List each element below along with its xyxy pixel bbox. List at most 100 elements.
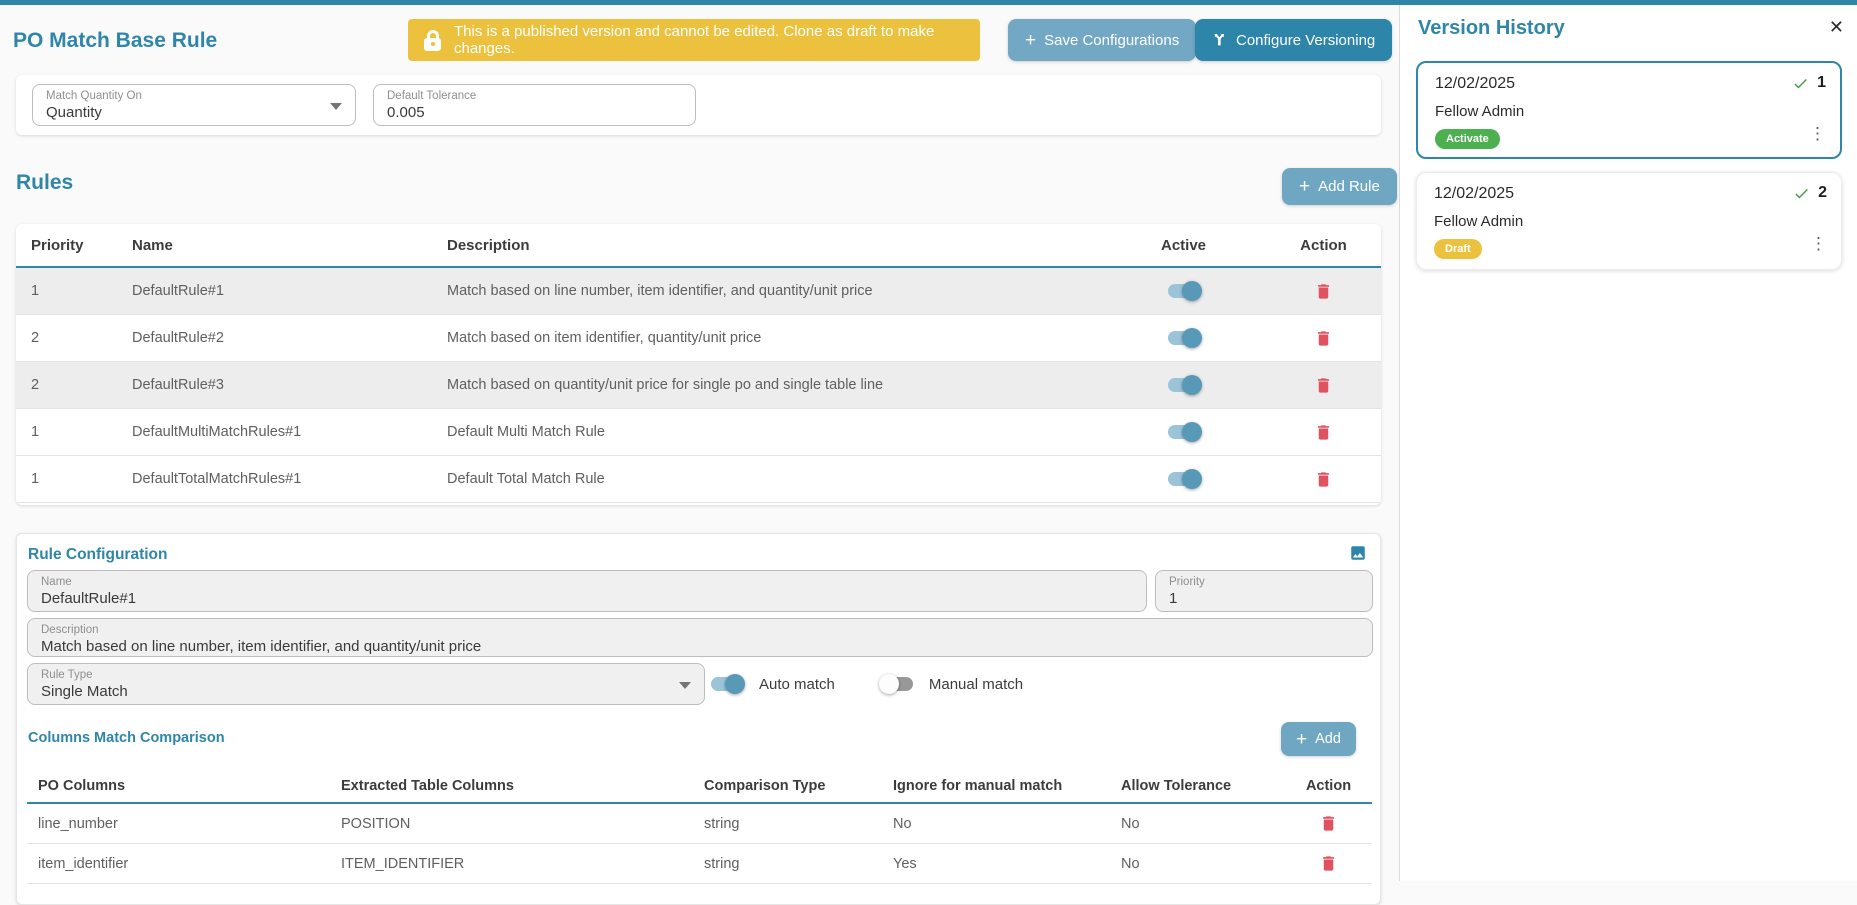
rule-name: DefaultRule#2: [126, 330, 441, 346]
match-quantity-on-label: Match Quantity On: [46, 90, 342, 102]
kebab-menu-icon[interactable]: ⋮: [1810, 235, 1827, 254]
default-tolerance-field[interactable]: Default Tolerance 0.005: [373, 84, 696, 126]
column-header-priority: Priority: [16, 237, 126, 254]
column-header-active: Active: [1101, 237, 1266, 254]
rule-description: Match based on line number, item identif…: [441, 283, 1101, 299]
trash-icon: [1314, 376, 1333, 395]
table-row[interactable]: 2 DefaultRule#2 Match based on item iden…: [16, 315, 1381, 362]
active-toggle[interactable]: [1166, 469, 1202, 489]
save-configurations-button[interactable]: + Save Configurations: [1008, 19, 1196, 61]
delete-comparison-button[interactable]: [1319, 814, 1338, 833]
rule-priority: 1: [16, 471, 126, 487]
rules-table-header: Priority Name Description Active Action: [16, 224, 1381, 268]
match-quantity-on-value: Quantity: [46, 104, 342, 121]
add-rule-label: Add Rule: [1318, 178, 1380, 195]
table-row[interactable]: line_number POSITION string No No: [27, 804, 1372, 844]
version-history-title: Version History: [1418, 17, 1565, 40]
active-toggle[interactable]: [1166, 375, 1202, 395]
version-number-group: 2: [1793, 184, 1827, 202]
banner-text: This is a published version and cannot b…: [454, 23, 964, 57]
published-warning-banner: This is a published version and cannot b…: [408, 19, 980, 61]
default-tolerance-label: Default Tolerance: [387, 90, 682, 102]
rules-heading: Rules: [16, 171, 73, 195]
delete-rule-button[interactable]: [1314, 329, 1333, 348]
column-header-extracted-columns: Extracted Table Columns: [341, 778, 704, 794]
chevron-down-icon: [330, 103, 342, 110]
column-header-po-columns: PO Columns: [27, 778, 341, 794]
default-tolerance-value: 0.005: [387, 104, 682, 121]
page-title: PO Match Base Rule: [13, 29, 217, 53]
add-rule-button[interactable]: + Add Rule: [1282, 168, 1397, 205]
version-card[interactable]: 12/02/2025 1 Fellow Admin Activate ⋮: [1416, 61, 1842, 159]
activate-badge[interactable]: Activate: [1435, 129, 1500, 149]
chevron-down-icon: [679, 682, 691, 689]
check-icon: [1793, 185, 1810, 202]
delete-rule-button[interactable]: [1314, 423, 1333, 442]
main-content: PO Match Base Rule This is a published v…: [0, 5, 1399, 881]
table-row[interactable]: 1 DefaultRule#1 Match based on line numb…: [16, 268, 1381, 315]
active-toggle[interactable]: [1166, 422, 1202, 442]
rule-configuration-heading: Rule Configuration: [28, 546, 168, 564]
match-mode-toggles: Auto match Manual match: [709, 663, 1023, 705]
column-header-action: Action: [1285, 778, 1372, 794]
po-column: item_identifier: [27, 856, 341, 872]
top-accent-bar: [0, 0, 1857, 5]
trash-icon: [1314, 329, 1333, 348]
kebab-menu-icon[interactable]: ⋮: [1809, 125, 1826, 144]
table-row[interactable]: 1 DefaultTotalMatchRules#1 Default Total…: [16, 456, 1381, 503]
column-header-name: Name: [126, 237, 441, 254]
delete-rule-button[interactable]: [1314, 282, 1333, 301]
rule-priority: 2: [16, 377, 126, 393]
columns-match-table: PO Columns Extracted Table Columns Compa…: [27, 770, 1372, 884]
rule-priority: 2: [16, 330, 126, 346]
rules-table: Priority Name Description Active Action …: [16, 224, 1381, 505]
allow-tolerance: No: [1121, 816, 1285, 832]
active-toggle[interactable]: [1166, 281, 1202, 301]
table-row[interactable]: 2 DefaultRule#3 Match based on quantity/…: [16, 362, 1381, 409]
image-icon[interactable]: [1349, 544, 1367, 562]
rule-name-label: Name: [41, 576, 1133, 588]
rule-priority: 1: [16, 424, 126, 440]
po-column: line_number: [27, 816, 341, 832]
table-row[interactable]: item_identifier ITEM_IDENTIFIER string Y…: [27, 844, 1372, 884]
active-toggle[interactable]: [1166, 328, 1202, 348]
rule-priority-field[interactable]: Priority 1: [1155, 570, 1373, 612]
plus-icon: +: [1296, 730, 1307, 749]
match-quantity-on-select[interactable]: Match Quantity On Quantity: [32, 84, 356, 126]
comparison-type: string: [704, 816, 893, 832]
columns-match-comparison-heading: Columns Match Comparison: [28, 730, 225, 746]
rule-description: Match based on item identifier, quantity…: [441, 330, 1101, 346]
close-icon[interactable]: ✕: [1829, 17, 1844, 38]
manual-match-toggle[interactable]: [879, 674, 915, 694]
table-row[interactable]: 1 DefaultMultiMatchRules#1 Default Multi…: [16, 409, 1381, 456]
rule-type-select[interactable]: Rule Type Single Match: [27, 663, 705, 705]
allow-tolerance: No: [1121, 856, 1285, 872]
rule-name: DefaultRule#1: [126, 283, 441, 299]
manual-match-label: Manual match: [929, 676, 1023, 693]
version-number: 2: [1818, 184, 1827, 202]
delete-rule-button[interactable]: [1314, 376, 1333, 395]
trash-icon: [1314, 423, 1333, 442]
version-author: Fellow Admin: [1434, 213, 1523, 230]
draft-badge[interactable]: Draft: [1434, 239, 1482, 259]
extracted-column: ITEM_IDENTIFIER: [341, 856, 704, 872]
trash-icon: [1314, 470, 1333, 489]
check-icon: [1792, 75, 1809, 92]
rule-description-value: Match based on line number, item identif…: [41, 638, 1359, 655]
configure-versioning-button[interactable]: Configure Versioning: [1195, 19, 1392, 61]
rule-name-value: DefaultRule#1: [41, 590, 1133, 607]
column-header-comparison-type: Comparison Type: [704, 778, 893, 794]
extracted-column: POSITION: [341, 816, 704, 832]
delete-comparison-button[interactable]: [1319, 854, 1338, 873]
add-label: Add: [1315, 731, 1341, 747]
rule-priority-value: 1: [1169, 590, 1359, 607]
rule-name: DefaultMultiMatchRules#1: [126, 424, 441, 440]
delete-rule-button[interactable]: [1314, 470, 1333, 489]
version-date: 12/02/2025: [1435, 75, 1515, 93]
version-card[interactable]: 12/02/2025 2 Fellow Admin Draft ⋮: [1416, 172, 1842, 270]
add-column-comparison-button[interactable]: + Add: [1281, 722, 1356, 756]
rule-description-field[interactable]: Description Match based on line number, …: [27, 618, 1373, 657]
rule-name-field[interactable]: Name DefaultRule#1: [27, 570, 1147, 612]
auto-match-toggle[interactable]: [709, 674, 745, 694]
columns-match-table-header: PO Columns Extracted Table Columns Compa…: [27, 770, 1372, 804]
